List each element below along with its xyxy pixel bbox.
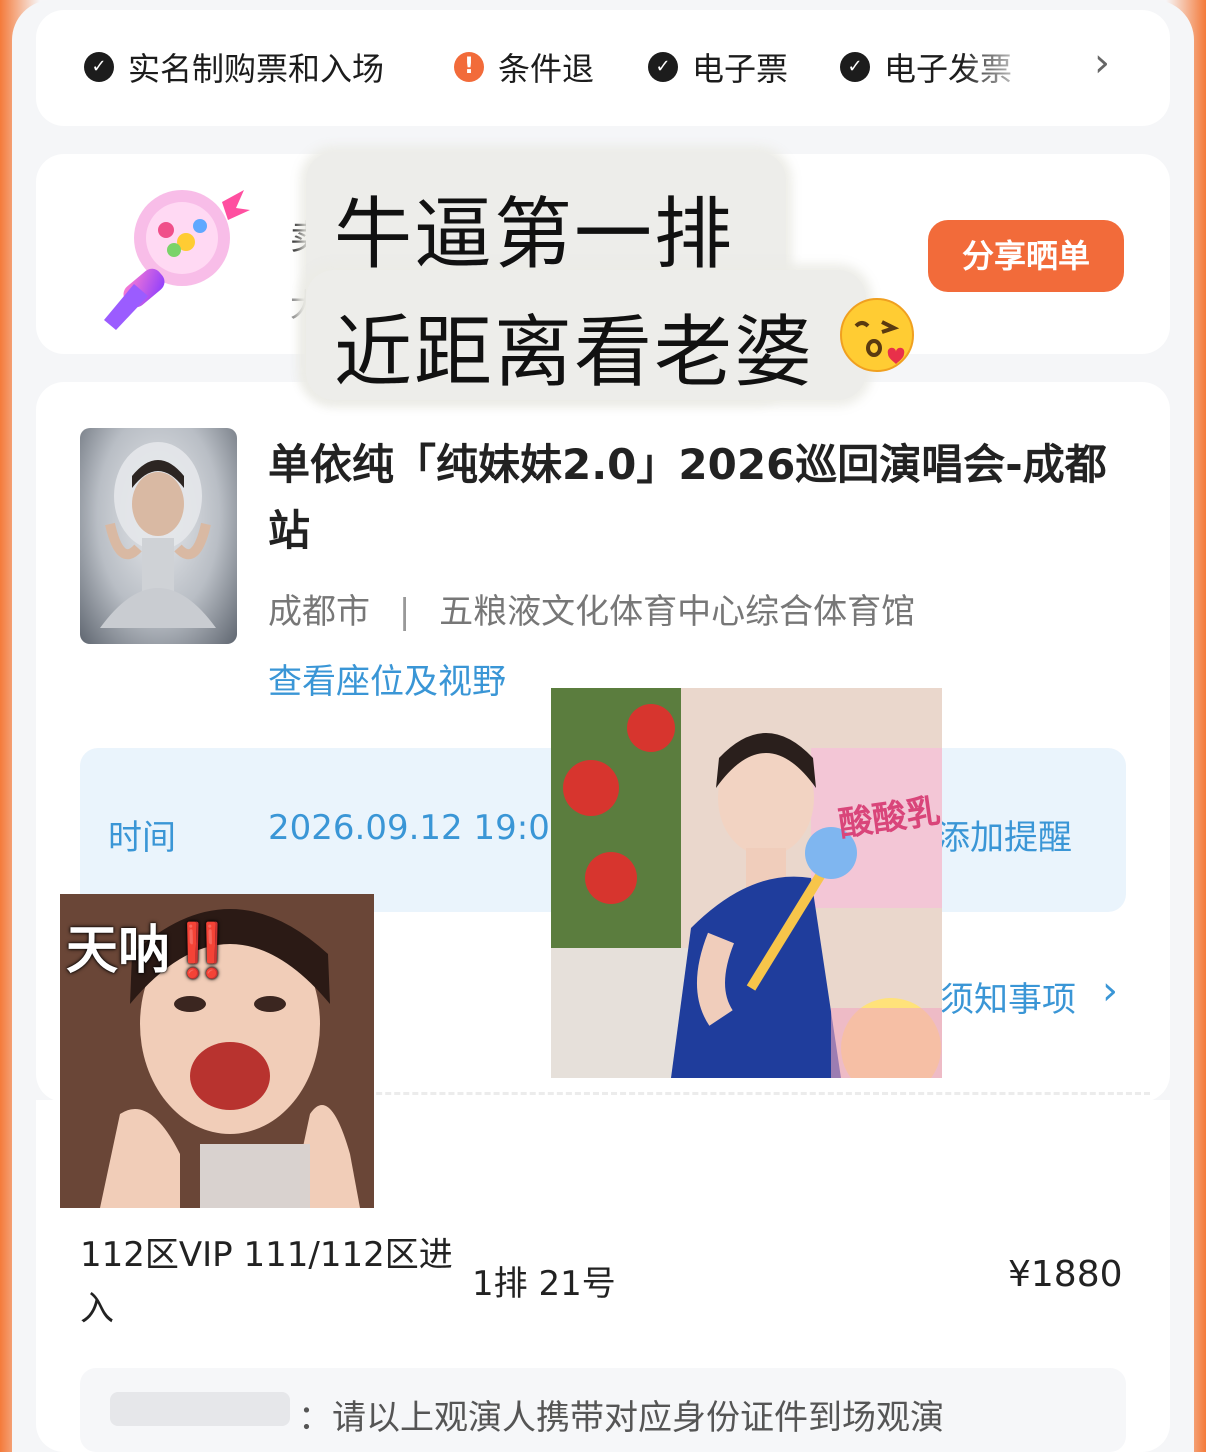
double-exclamation-icon: ‼️ [170, 921, 235, 981]
meme-caption-text: 天呐 [66, 921, 171, 981]
event-venue-line: 成都市 | 五粮液文化体育中心综合体育馆 [268, 584, 915, 633]
policy-label: 实名制购票和入场 [128, 50, 385, 88]
kissing-face-emoji-icon [840, 298, 914, 372]
id-tip: ：请以上观演人携带对应身份证件到场观演 [298, 1398, 944, 1438]
event-title[interactable]: 单依纯「纯妹妹2.0」2026巡回演唱会-成都站 [268, 432, 1138, 564]
policy-e-ticket: ✓ 电子票 [648, 44, 788, 90]
event-city: 成都市 [268, 592, 370, 632]
venue-separator: | [398, 592, 411, 632]
policy-real-name: ✓ 实名制购票和入场 [84, 44, 384, 90]
check-icon: ✓ [648, 52, 678, 82]
policy-refund: ! 条件退 [454, 44, 594, 90]
notice-link[interactable]: 须知事项 [940, 972, 1076, 1021]
time-value: 2026.09.12 19:0 [268, 808, 550, 848]
time-label: 时间 [108, 818, 176, 858]
policy-e-invoice: ✓ 电子发票 [840, 44, 1012, 90]
check-icon: ✓ [84, 52, 114, 82]
ticket-seat: 1排 21号 [472, 1264, 616, 1304]
event-venue: 五粮液文化体育中心综合体育馆 [439, 592, 916, 632]
view-seat-link[interactable]: 查看座位及视野 [268, 654, 506, 703]
poster-image [100, 442, 216, 628]
warning-icon: ! [454, 52, 484, 82]
caption-line-2: 近距离看老婆 [334, 308, 815, 398]
concert-poster[interactable] [80, 428, 237, 644]
glowstick-wand-icon [104, 190, 250, 330]
policy-label: 电子票 [692, 50, 789, 88]
chevron-right-icon[interactable]: › [1102, 968, 1118, 1014]
check-icon: ✓ [840, 52, 870, 82]
ticket-price: ¥1880 [1008, 1254, 1123, 1295]
photo-singer-image [551, 688, 942, 1078]
meme-caption: 天呐‼️ [66, 908, 235, 983]
pasted-photo-singer [551, 688, 942, 1078]
policy-label: 电子发票 [884, 44, 1012, 90]
ticket-zone: 112区VIP 111/112区进入 [80, 1235, 453, 1329]
blurred-name [110, 1392, 290, 1426]
add-reminder-button[interactable]: 添加提醒 [936, 810, 1072, 859]
chevron-right-icon[interactable]: › [1094, 40, 1206, 156]
policy-label: 条件退 [498, 50, 595, 88]
caption-line-1: 牛逼第一排 [334, 190, 735, 280]
share-order-button[interactable]: 分享晒单 [928, 220, 1124, 292]
